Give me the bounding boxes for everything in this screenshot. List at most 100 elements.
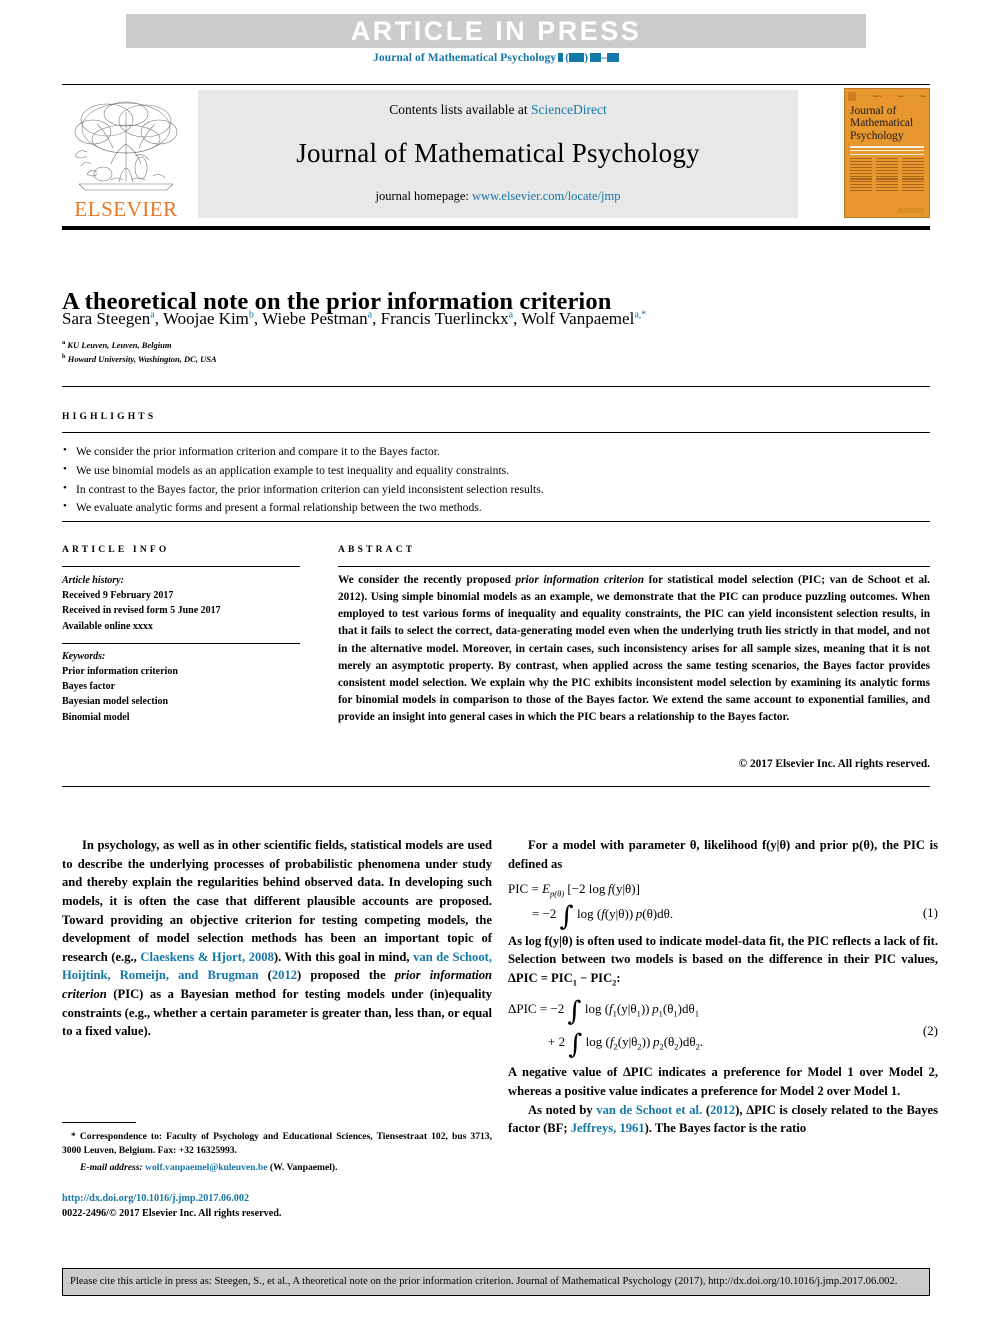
author-name: Wolf Vanpaemel — [521, 309, 635, 328]
citation-link[interactable]: Claeskens & Hjort, 2008 — [140, 950, 274, 964]
author-list: Sara Steegena, Woojae Kimb, Wiebe Pestma… — [62, 309, 647, 328]
masthead-center-panel: Contents lists available at ScienceDirec… — [198, 90, 798, 218]
keyword-item: Bayesian model selection — [62, 696, 169, 708]
cover-toc-column — [902, 158, 924, 193]
author-affil-marker: a,* — [634, 309, 647, 321]
affiliation-item: a KU Leuven, Leuven, Belgium — [62, 338, 662, 352]
citation-link[interactable]: Jeffreys, 1961 — [571, 1121, 645, 1135]
footnote-block: * Correspondence to: Faculty of Psycholo… — [62, 1130, 492, 1175]
author-name: Wiebe Pestman — [262, 309, 368, 328]
cover-volume-text: Volume — [872, 95, 882, 98]
affiliation-list: a KU Leuven, Leuven, Belgium b Howard Un… — [62, 338, 662, 366]
author-name: Sara Steegen — [62, 309, 151, 328]
highlights-list: We consider the prior information criter… — [62, 442, 822, 518]
citation-link[interactable]: van de Schoot et al. — [596, 1103, 702, 1117]
article-history-item: Available online xxxx — [62, 620, 153, 632]
author-affil-marker: a — [367, 309, 373, 321]
masthead-rule-bottom — [62, 226, 930, 230]
abstract-heading: ABSTRACT — [338, 545, 416, 555]
cover-issue-text: Issue — [897, 95, 904, 98]
abstract-italic-term: prior information criterion — [515, 574, 644, 586]
paragraph-text: In psychology, as well as in other scien… — [62, 838, 492, 964]
list-item: We consider the prior information criter… — [62, 442, 822, 462]
cite-article-box: Please cite this article in press as: St… — [62, 1268, 930, 1297]
abstract-body: We consider the recently proposed prior … — [338, 572, 930, 726]
journal-running-head: Journal of Mathematical Psychology() – — [0, 52, 992, 64]
equation-2-line-2: + 2 ∫ log (f2(y|θ2)) p2(θ2)dθ2. — [548, 1029, 704, 1061]
author-name: Woojae Kim — [162, 309, 249, 328]
cover-toc-column — [876, 158, 898, 193]
list-item: In contrast to the Bayes factor, the pri… — [62, 480, 822, 500]
affiliation-text: Howard University, Washington, DC, USA — [67, 353, 217, 364]
masthead: ELSEVIER Contents lists available at Sci… — [62, 88, 930, 220]
article-info-body: Article history: Received 9 February 201… — [62, 573, 302, 725]
paragraph-text: ). The Bayes factor is the ratio — [644, 1121, 807, 1136]
cover-body — [845, 142, 929, 193]
affiliation-marker: a — [62, 339, 66, 346]
equation-1: PIC = Ep(θ) [−2 log f(y|θ)] = −2 ∫ log (… — [508, 879, 938, 933]
keywords-label: Keywords: — [62, 650, 106, 662]
article-info-separator — [62, 642, 300, 644]
cover-sciencedirect-icon — [898, 208, 924, 213]
journal-homepage-link[interactable]: www.elsevier.com/locate/jmp — [472, 189, 620, 203]
footnote-rule — [62, 1122, 136, 1123]
citation-link[interactable]: 2012 — [710, 1103, 735, 1117]
article-history-item: Received in revised form 5 June 2017 — [62, 605, 221, 617]
contents-list-line: Contents lists available at ScienceDirec… — [389, 102, 606, 118]
redacted-page-end-block — [606, 53, 619, 62]
cover-topbar: Volume Issue Date — [845, 89, 929, 101]
redacted-year-block — [569, 53, 585, 62]
abstract-rule — [338, 566, 930, 567]
doi-block: http://dx.doi.org/10.1016/j.jmp.2017.06.… — [62, 1192, 492, 1222]
citation-link[interactable]: 2012 — [272, 968, 297, 982]
abstract-rule-bottom — [62, 786, 930, 787]
copyright-notice: © 2017 Elsevier Inc. All rights reserved… — [738, 758, 930, 770]
cover-title-line2: Mathematical — [850, 117, 914, 130]
affiliation-text: KU Leuven, Leuven, Belgium — [67, 339, 172, 350]
masthead-rule-top — [62, 84, 930, 85]
equation-2: ΔPIC = −2 ∫ log (f1(y|θ1)) p1(θ1)dθ1 + 2… — [508, 996, 938, 1061]
paragraph-bayes-factor: As noted by van de Schoot et al. (2012),… — [508, 1101, 938, 1138]
elsevier-logo: ELSEVIER — [62, 88, 190, 220]
article-page: ARTICLE IN PRESS Journal of Mathematical… — [0, 0, 992, 1323]
equation-2-number: (2) — [922, 1023, 938, 1038]
article-in-press-banner: ARTICLE IN PRESS — [126, 14, 866, 48]
author-affil-marker: a — [508, 309, 514, 321]
email-label: E-mail address: — [80, 1161, 143, 1173]
sciencedirect-link[interactable]: ScienceDirect — [531, 102, 607, 117]
highlight-text: We consider the prior information criter… — [76, 445, 440, 458]
cover-title-line3: Psychology — [850, 129, 904, 142]
email-link[interactable]: wolf.vanpaemel@kuleuven.be — [145, 1162, 267, 1173]
paragraph-text: ( — [258, 968, 272, 983]
highlight-text: We use binomial models as an application… — [76, 463, 510, 477]
cover-rule — [850, 150, 924, 152]
article-history-item: Received 9 February 2017 — [62, 590, 174, 602]
equation-1-line-2: = −2 ∫ log (f(y|θ)) p(θ)dθ. — [532, 901, 674, 933]
body-column-left: In psychology, as well as in other scien… — [62, 836, 492, 1041]
affiliation-marker: b — [62, 353, 66, 360]
abstract-text-part2: for statistical model selection (PIC; va… — [338, 574, 930, 724]
paragraph-text: − PIC — [577, 970, 613, 985]
equation-2-line-1: ΔPIC = −2 ∫ log (f1(y|θ1)) p1(θ1)dθ1 — [508, 996, 699, 1027]
email-owner: (W. Vanpaemel). — [267, 1161, 338, 1173]
cover-footer — [898, 208, 924, 213]
journal-running-head-text: Journal of Mathematical Psychology — [373, 52, 557, 64]
journal-title: Journal of Mathematical Psychology — [296, 138, 700, 168]
divider-after-authors — [62, 386, 930, 387]
paragraph-text: ( — [702, 1102, 711, 1117]
paragraph-delta-pic: As log f(y|θ) is often used to indicate … — [508, 932, 938, 989]
paragraph-intro: In psychology, as well as in other scien… — [62, 836, 492, 1041]
article-in-press-label: ARTICLE IN PRESS — [350, 15, 642, 46]
paragraph-text: : — [616, 970, 621, 985]
paragraph-text: (PIC) as a Bayesian method for testing m… — [62, 987, 492, 1039]
journal-homepage-line: journal homepage: www.elsevier.com/locat… — [376, 189, 621, 204]
article-history-label: Article history: — [62, 575, 124, 586]
cover-date-text: Date — [920, 95, 926, 98]
keyword-item: Bayes factor — [62, 681, 116, 693]
paragraph-pic-definition: For a model with parameter θ, likelihood… — [508, 836, 938, 873]
cover-toc-column — [850, 158, 872, 193]
body-column-right: For a model with parameter θ, likelihood… — [508, 836, 938, 1138]
paragraph-negative-value: A negative value of ΔPIC indicates a pre… — [508, 1065, 938, 1098]
doi-link[interactable]: http://dx.doi.org/10.1016/j.jmp.2017.06.… — [62, 1192, 492, 1207]
journal-cover-thumbnail: Volume Issue Date Journal of Mathematica… — [844, 88, 930, 218]
